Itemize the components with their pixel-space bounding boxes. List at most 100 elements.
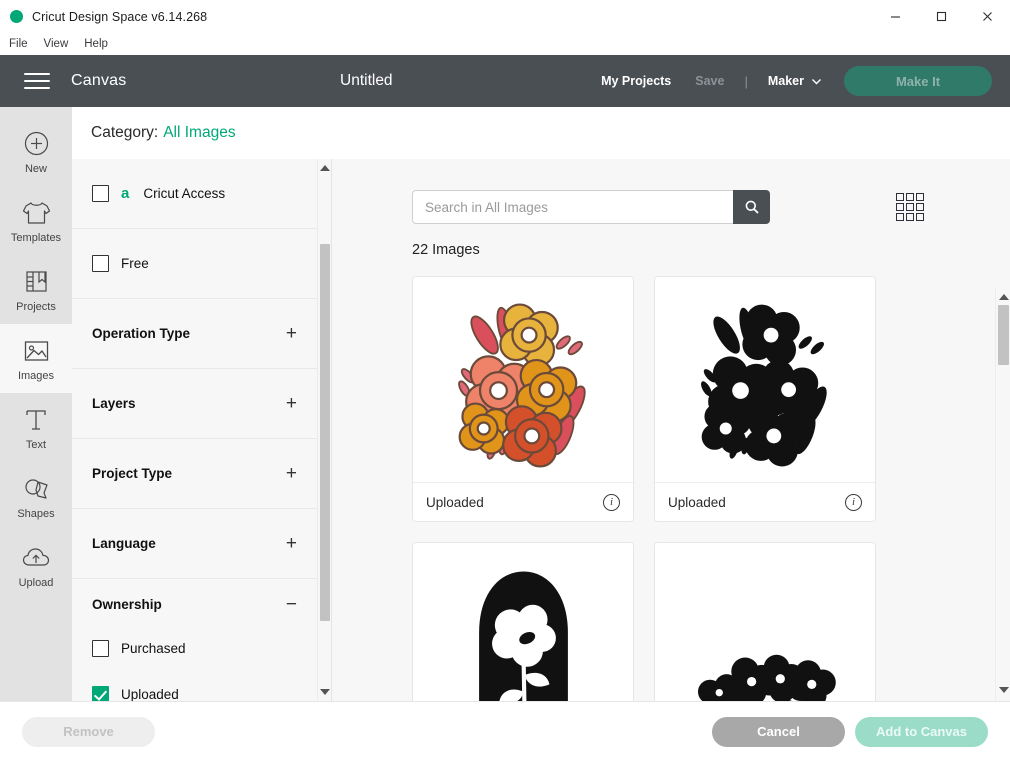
image-card-label: Uploaded [426, 494, 484, 510]
image-thumbnail [655, 277, 875, 482]
cancel-button[interactable]: Cancel [712, 716, 845, 747]
text-t-icon [21, 405, 51, 435]
cricut-access-label: Cricut Access [143, 186, 226, 201]
rail-label-images: Images [17, 369, 55, 382]
scroll-down-arrow-icon[interactable] [996, 682, 1010, 697]
purchased-checkbox[interactable] [92, 640, 109, 657]
project-title[interactable]: Untitled [340, 72, 393, 90]
image-thumbnail [413, 277, 633, 482]
header-actions: My Projects Save | Maker Make It [601, 66, 1010, 96]
filter-section-language[interactable]: Language + [72, 509, 317, 579]
menu-help[interactable]: Help [84, 38, 108, 50]
info-icon[interactable]: i [845, 493, 862, 511]
image-grid: Uploaded i Uploaded i [412, 276, 882, 701]
uploaded-checkbox[interactable] [92, 685, 109, 701]
rail-item-text[interactable]: Text [0, 393, 72, 462]
filter-section-project-type[interactable]: Project Type + [72, 439, 317, 509]
rail-item-images[interactable]: Images [0, 324, 72, 393]
remove-button[interactable]: Remove [22, 716, 155, 747]
minus-icon[interactable]: − [286, 595, 297, 614]
rail-label-new: New [24, 162, 47, 175]
floral-bouquet-black-art [700, 304, 827, 467]
category-value[interactable]: All Images [163, 124, 235, 142]
rail-item-projects[interactable]: Projects [0, 255, 72, 324]
uploaded-label: Uploaded [121, 686, 179, 702]
search-button[interactable] [733, 190, 770, 224]
category-bar: Category: All Images [72, 107, 1010, 159]
filter-cricut-access[interactable]: a Cricut Access [72, 159, 317, 229]
minimize-button[interactable] [872, 0, 918, 33]
filter-scrollbar-thumb[interactable] [320, 244, 330, 621]
flower-field-black-art [697, 654, 836, 701]
chevron-down-icon[interactable] [811, 76, 822, 87]
menu-file[interactable]: File [9, 38, 28, 50]
images-panel: Category: All Images a Cricut Access Fre… [72, 107, 1010, 701]
close-button[interactable] [964, 0, 1010, 33]
tshirt-icon [21, 198, 51, 228]
cricut-access-logo-icon: a [121, 185, 130, 202]
app-body: New Templates Projects Images Text Shape… [0, 107, 1010, 701]
machine-selector-label[interactable]: Maker [768, 74, 804, 88]
free-label: Free [121, 256, 149, 271]
rail-item-shapes[interactable]: Shapes [0, 462, 72, 531]
header-separator: | [744, 73, 748, 89]
cloud-upload-icon [21, 543, 51, 573]
dialog-footer: Remove Cancel Add to Canvas [0, 701, 1010, 761]
app-logo-icon [10, 10, 23, 23]
make-it-button[interactable]: Make It [844, 66, 992, 96]
image-card-footer: Uploaded i [655, 482, 875, 521]
image-card[interactable]: Uploaded i [654, 276, 876, 522]
rail-label-projects: Projects [16, 300, 56, 313]
image-card-label: Uploaded [668, 494, 726, 510]
hamburger-icon[interactable] [24, 73, 50, 89]
image-thumbnail [413, 543, 633, 701]
filter-scrollbar[interactable] [317, 159, 331, 701]
project-type-label: Project Type [92, 466, 173, 481]
filter-free[interactable]: Free [72, 229, 317, 299]
add-to-canvas-button[interactable]: Add to Canvas [855, 716, 988, 747]
filter-section-ownership[interactable]: Ownership − [72, 579, 317, 629]
info-icon[interactable]: i [603, 493, 620, 511]
my-projects-link[interactable]: My Projects [601, 74, 671, 88]
app-title: Cricut Design Space v6.14.268 [32, 9, 208, 24]
image-card[interactable]: Uploaded i [412, 276, 634, 522]
filter-ownership-purchased[interactable]: Purchased [72, 629, 317, 668]
save-button[interactable]: Save [695, 74, 724, 88]
cricut-access-checkbox[interactable] [92, 185, 109, 202]
shapes-icon [21, 474, 51, 504]
maximize-icon [936, 11, 946, 22]
filter-section-operation-type[interactable]: Operation Type + [72, 299, 317, 369]
plus-icon[interactable]: + [286, 464, 297, 483]
scroll-up-arrow-icon[interactable] [318, 161, 331, 175]
window-controls [872, 0, 1010, 33]
menu-view[interactable]: View [44, 38, 69, 50]
content-scrollbar[interactable] [995, 287, 1010, 701]
rail-label-upload: Upload [18, 576, 54, 589]
rail-item-templates[interactable]: Templates [0, 186, 72, 255]
image-card[interactable]: i [412, 542, 634, 701]
grid-view-icon[interactable] [896, 193, 926, 221]
search-row [332, 159, 1010, 224]
tool-rail: New Templates Projects Images Text Shape… [0, 107, 72, 701]
filter-ownership-uploaded[interactable]: Uploaded [72, 668, 317, 701]
ownership-label: Ownership [92, 596, 162, 612]
plus-icon[interactable]: + [286, 324, 297, 343]
content-scrollbar-thumb[interactable] [998, 305, 1009, 365]
maximize-button[interactable] [918, 0, 964, 33]
close-icon [982, 12, 992, 21]
plus-icon[interactable]: + [286, 534, 297, 553]
app-window: Cricut Design Space v6.14.268 File View … [0, 0, 1010, 761]
image-thumbnail [655, 543, 875, 701]
search-input[interactable] [412, 190, 733, 224]
category-label: Category: [91, 124, 159, 141]
free-checkbox[interactable] [92, 255, 109, 272]
image-card[interactable]: i [654, 542, 876, 701]
rail-item-new[interactable]: New [0, 117, 72, 186]
operation-type-label: Operation Type [92, 326, 191, 341]
filter-section-layers[interactable]: Layers + [72, 369, 317, 439]
rail-item-upload[interactable]: Upload [0, 531, 72, 600]
scroll-up-arrow-icon[interactable] [996, 289, 1010, 304]
scroll-down-arrow-icon[interactable] [318, 685, 331, 699]
plus-icon[interactable]: + [286, 394, 297, 413]
purchased-label: Purchased [121, 641, 186, 656]
